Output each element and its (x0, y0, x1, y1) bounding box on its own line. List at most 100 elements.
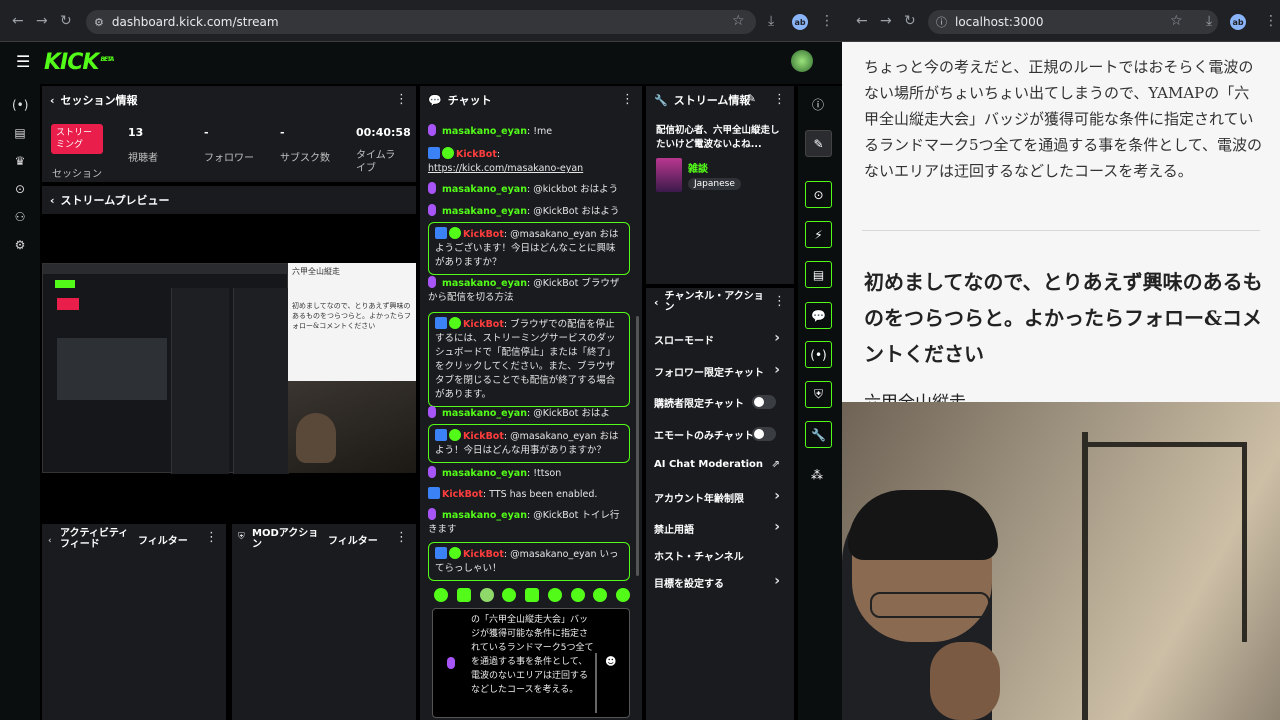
preview-nested-dashboard (42, 263, 289, 474)
action-emote-only: エモートのみチャット (654, 427, 786, 442)
emote-icon[interactable] (593, 588, 608, 602)
stream-preview-panel: ‹ ストリームプレビュー 六甲全山縦走 初めましてなので、とりあえず興味のあるもの… (42, 186, 416, 520)
more-options-icon[interactable]: ⋮ (773, 294, 786, 309)
download-icon[interactable]: ⤓ (1206, 13, 1212, 29)
analytics-icon[interactable]: ▤ (12, 126, 28, 140)
subscriber-only-toggle[interactable] (752, 395, 776, 409)
download-icon[interactable]: ⤓ (768, 13, 774, 29)
trophy-icon[interactable]: ♛ (12, 154, 28, 168)
sub-label: サブスク数 (280, 153, 330, 164)
action-set-goal[interactable]: 目標を設定する › (654, 573, 786, 590)
mic-badge-icon (428, 466, 436, 478)
more-options-icon[interactable]: ⋮ (395, 92, 408, 107)
action-host-channel[interactable]: ホスト・チャンネル (654, 548, 786, 563)
stream-icon[interactable]: (•) (12, 98, 28, 112)
preview-video[interactable]: 六甲全山縦走 初めましてなので、とりあえず興味のあるものをつらつらと。よかったら… (42, 263, 416, 474)
settings-icon[interactable]: ⚙ (12, 238, 28, 252)
emote-icon[interactable] (502, 588, 517, 602)
chat-messages[interactable]: masakano_eyan: !me KickBot: https://kick.… (420, 114, 642, 584)
reload-icon[interactable]: ↻ (904, 13, 916, 29)
chat-link[interactable]: https://kick.com/masakano-eyan (428, 163, 583, 174)
chat-widget-button[interactable]: 💬 (805, 302, 832, 329)
edit-layout-button[interactable]: ✎ (805, 130, 832, 157)
live-caption: セッション (52, 169, 102, 180)
action-subscriber-only: 購読者限定チャット (654, 395, 786, 410)
quick-actions-button[interactable]: ⚡ (805, 221, 832, 248)
hamburger-menu-icon[interactable]: ☰ (16, 52, 30, 71)
more-options-icon[interactable]: ⋮ (395, 530, 408, 545)
preview-note-heading: 六甲全山縦走 (292, 267, 340, 276)
chat-message: KickBot: https://kick.com/masakano-eyan (428, 147, 584, 174)
profile-avatar[interactable]: ab (1230, 14, 1246, 30)
bookmark-star-icon[interactable]: ☆ (1170, 13, 1183, 29)
kick-logo[interactable]: KICK BETA (44, 50, 114, 75)
preview-nested-logo (55, 280, 75, 288)
moderation-icon[interactable]: ⊙ (12, 182, 28, 196)
browser-menu-icon[interactable]: ⋮ (1264, 13, 1278, 29)
more-options-icon[interactable]: ⋮ (773, 92, 786, 107)
chat-message: masakano_eyan: @KickBot トイレ行きます (428, 508, 620, 535)
profile-avatar[interactable]: ab (792, 14, 808, 30)
category-thumbnail[interactable] (656, 158, 682, 192)
language-tag[interactable]: Japanese (688, 178, 741, 190)
action-follower-only[interactable]: フォロワー限定チャット › (654, 362, 786, 379)
caret-icon: ‹ (50, 193, 55, 207)
input-scrollbar[interactable] (595, 653, 597, 713)
action-banned-words[interactable]: 禁止用語 › (654, 519, 786, 536)
preview-person (296, 413, 336, 463)
emote-only-toggle[interactable] (752, 427, 776, 441)
mod-filter-button[interactable]: フィルター (328, 532, 378, 547)
emote-icon[interactable] (616, 588, 630, 602)
chat-message-highlighted: KickBot: @masakano_eyan いってらっしゃい！ (428, 542, 630, 581)
person-hand (930, 642, 1000, 720)
emote-icon[interactable] (434, 588, 448, 602)
sub-count: - (280, 126, 285, 139)
browser-menu-icon[interactable]: ⋮ (820, 13, 834, 29)
action-account-age[interactable]: アカウント年齢制限 › (654, 488, 786, 505)
verified-badge-icon (442, 147, 454, 159)
preview-nested-info (233, 288, 289, 474)
forward-icon[interactable]: → (36, 13, 48, 29)
action-ai-moderation[interactable]: AI Chat Moderation ⇗ (654, 459, 786, 470)
bot-badge-icon (435, 227, 447, 239)
chat-scrollbar[interactable] (636, 316, 639, 576)
bookmark-star-icon[interactable]: ☆ (732, 13, 745, 29)
reload-icon[interactable]: ↻ (60, 13, 72, 29)
person-hair (848, 490, 998, 560)
panel-header: 💬 チャット (420, 86, 642, 114)
emoji-icon[interactable]: ☻ (605, 655, 616, 668)
user-avatar[interactable] (791, 50, 813, 72)
chat-message: masakano_eyan: @KickBot おはよう (428, 204, 624, 219)
mod-widget-button[interactable]: ⛨ (805, 381, 832, 408)
camera-widget-button[interactable]: ⊙ (805, 181, 832, 208)
integrations-icon[interactable]: ⁂ (811, 468, 823, 482)
stream-info-title: ストリーム情報 (673, 94, 751, 107)
left-sidebar: (•) ▤ ♛ ⊙ ⚇ ⚙ (0, 84, 40, 720)
back-icon[interactable]: ← (856, 13, 868, 29)
chat-input-text[interactable]: の「六甲全山縦走大会」バッジが獲得可能な条件に指定されているランドマーク5つ全て… (471, 613, 595, 715)
emote-icon[interactable] (547, 588, 562, 602)
edit-icon[interactable]: ✎ (747, 92, 756, 105)
address-bar[interactable]: ⚙ dashboard.kick.com/stream (86, 10, 756, 34)
broadcast-widget-button[interactable]: (•) (805, 341, 832, 368)
chat-input[interactable]: の「六甲全山縦走大会」バッジが獲得可能な条件に指定されているランドマーク5つ全て… (432, 608, 630, 718)
site-info-icon[interactable]: ⚙ (94, 16, 104, 29)
activity-filter-button[interactable]: フィルター (138, 532, 188, 547)
forward-icon[interactable]: → (880, 13, 892, 29)
category-name[interactable]: 雑談 (688, 160, 708, 175)
back-icon[interactable]: ← (12, 13, 24, 29)
wrench-widget-button[interactable]: 🔧 (805, 421, 832, 448)
emote-icon[interactable] (570, 588, 585, 602)
emote-icon[interactable] (525, 588, 539, 602)
action-slow-mode[interactable]: スローモード › (654, 330, 786, 347)
more-options-icon[interactable]: ⋮ (621, 92, 634, 107)
live-button[interactable]: ストリーミング (51, 124, 103, 154)
more-options-icon[interactable]: ⋮ (205, 530, 218, 545)
notes-widget-button[interactable]: ▤ (805, 261, 832, 288)
community-icon[interactable]: ⚇ (12, 210, 28, 224)
emote-icon[interactable] (479, 588, 494, 602)
emote-icon[interactable] (456, 588, 471, 602)
info-icon[interactable]: ⓘ (812, 96, 824, 113)
webcam-feed (842, 402, 1280, 720)
site-info-icon[interactable]: ⓘ (936, 14, 947, 30)
